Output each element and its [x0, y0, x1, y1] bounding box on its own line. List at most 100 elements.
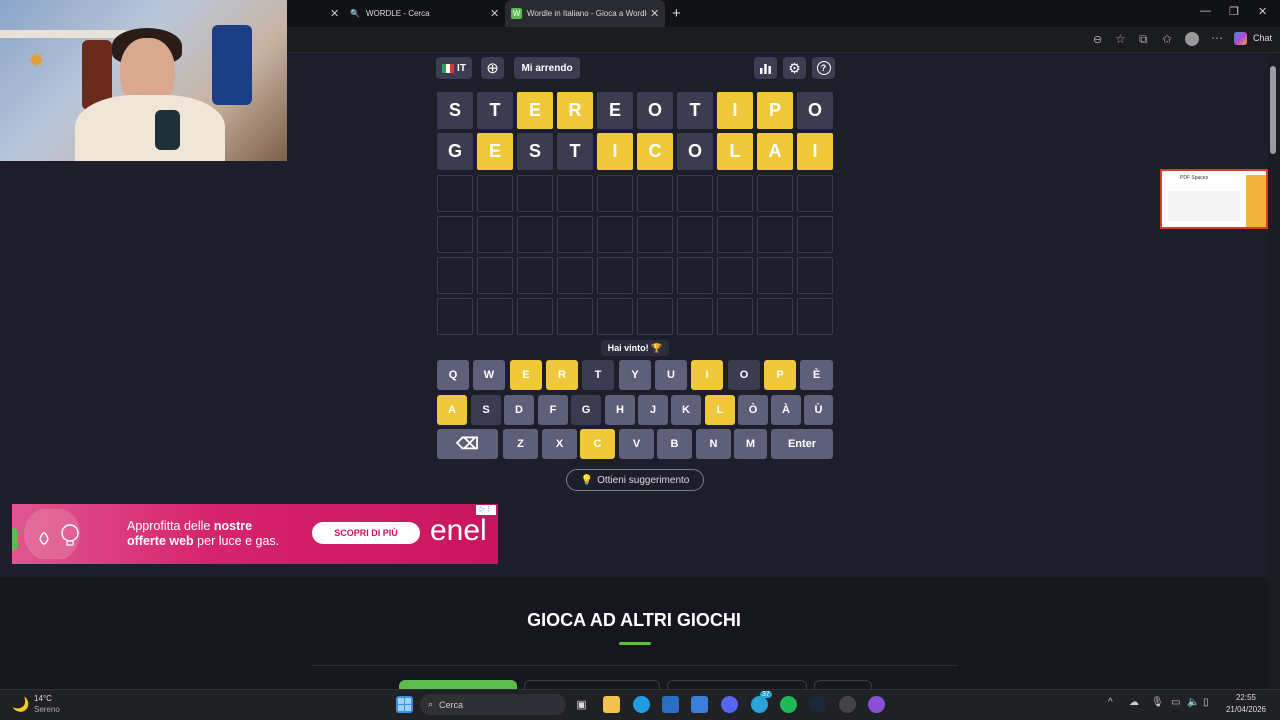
weather-temp[interactable]: 14°C — [34, 694, 52, 703]
clock-time[interactable]: 22:55 — [1223, 693, 1269, 702]
key[interactable]: X — [542, 429, 577, 459]
key[interactable]: À — [771, 395, 801, 425]
key[interactable]: U — [655, 360, 687, 390]
key[interactable]: Y — [619, 360, 651, 390]
key[interactable]: V — [619, 429, 654, 459]
discord-icon[interactable] — [721, 696, 738, 713]
tray-chevron-icon[interactable]: ^ — [1108, 697, 1113, 708]
tray-volume-icon[interactable]: 🔈 — [1187, 697, 1199, 708]
key[interactable]: Z — [503, 429, 538, 459]
help-icon[interactable]: ? — [812, 57, 835, 79]
clock-date[interactable]: 21/04/2026 — [1223, 705, 1269, 714]
ad-settings-tab[interactable] — [12, 528, 18, 550]
task-view-icon[interactable]: ▣ — [573, 696, 590, 713]
board-tile-empty — [717, 216, 753, 253]
enter-key[interactable]: Enter — [771, 429, 833, 459]
give-up-button[interactable]: Mi arrendo — [514, 57, 580, 79]
key[interactable]: B — [657, 429, 692, 459]
board-tile-empty — [437, 257, 473, 294]
close-icon[interactable]: ✕ — [650, 7, 659, 20]
key[interactable]: R — [546, 360, 578, 390]
key[interactable]: K — [671, 395, 701, 425]
windows-start-icon[interactable] — [396, 696, 413, 713]
tray-cloud-icon[interactable]: ☁ — [1129, 697, 1139, 708]
side-ad[interactable]: PDF Spaces — [1160, 169, 1268, 229]
key[interactable]: F — [538, 395, 568, 425]
key[interactable]: I — [691, 360, 723, 390]
favorites-icon[interactable]: ✩ — [1162, 32, 1172, 46]
key[interactable]: L — [705, 395, 735, 425]
key[interactable]: T — [582, 360, 614, 390]
favorite-star-icon[interactable]: ☆ — [1115, 32, 1126, 46]
key[interactable]: Ò — [738, 395, 768, 425]
board-tile-empty — [597, 298, 633, 335]
close-window-icon[interactable]: ✕ — [1258, 5, 1267, 18]
obs-icon[interactable] — [839, 696, 856, 713]
stats-icon[interactable] — [754, 57, 777, 79]
reader-icon[interactable]: ⊖ — [1093, 33, 1102, 46]
taskbar-search[interactable]: ⌕ Cerca — [420, 694, 566, 715]
board-tile: S — [517, 133, 553, 170]
tab-wordle-search[interactable]: 🔍 WORDLE - Cerca ✕ — [350, 0, 505, 27]
board-tile: G — [437, 133, 473, 170]
store-icon[interactable] — [662, 696, 679, 713]
tray-mic-icon[interactable]: 🎙 — [1151, 697, 1164, 708]
board-tile-empty — [797, 298, 833, 335]
app-icon[interactable] — [868, 696, 885, 713]
key[interactable]: Q — [437, 360, 469, 390]
scrollbar-thumb[interactable] — [1270, 66, 1276, 154]
key[interactable]: A — [437, 395, 467, 425]
key[interactable]: E — [510, 360, 542, 390]
steam-icon[interactable] — [809, 696, 826, 713]
key[interactable]: S — [471, 395, 501, 425]
close-icon[interactable]: ✕ — [490, 7, 499, 20]
search-icon: 🔍 — [350, 9, 360, 18]
settings-gear-icon[interactable]: ⚙ — [783, 57, 806, 79]
language-button[interactable]: IT — [436, 57, 472, 79]
key[interactable]: H — [605, 395, 635, 425]
key[interactable]: Ù — [804, 395, 833, 425]
copilot-icon[interactable] — [1234, 32, 1247, 45]
tray-network-icon[interactable]: ▭ — [1171, 697, 1180, 708]
telegram-icon[interactable]: 37 — [751, 691, 772, 713]
minimize-icon[interactable]: — — [1200, 5, 1211, 17]
more-menu-icon[interactable]: ⋯ — [1211, 31, 1223, 45]
add-game-icon[interactable]: ⊕ — [481, 57, 504, 79]
profile-avatar[interactable] — [1185, 32, 1199, 46]
board-tile: I — [717, 92, 753, 129]
ad-banner[interactable]: Approfitta delle nostre offerte web per … — [12, 504, 498, 564]
key[interactable]: G — [571, 395, 601, 425]
weather-desc[interactable]: Sereno — [34, 705, 60, 714]
key[interactable]: J — [638, 395, 668, 425]
extensions-icon[interactable]: ⧉ — [1139, 32, 1148, 47]
key[interactable]: O — [728, 360, 760, 390]
board-tile: O — [797, 92, 833, 129]
outlook-icon[interactable] — [691, 696, 708, 713]
board-tile-empty — [477, 257, 513, 294]
key[interactable]: C — [580, 429, 615, 459]
board-tile-empty — [477, 298, 513, 335]
edge-icon[interactable] — [633, 696, 650, 713]
ad-cta-button[interactable]: SCOPRI DI PIÙ — [312, 522, 420, 544]
key[interactable]: È — [800, 360, 833, 390]
tab-wordle-italiano[interactable]: W Wordle in Italiano - Gioca a Wordle ✕ — [505, 0, 665, 27]
board-tile-empty — [637, 175, 673, 212]
board-tile-empty — [717, 298, 753, 335]
key[interactable]: N — [696, 429, 731, 459]
chat-label[interactable]: Chat — [1253, 33, 1272, 43]
enel-logo: enel — [430, 514, 487, 547]
wordle-favicon-icon: W — [511, 8, 522, 19]
tray-battery-icon[interactable]: ▯ — [1203, 697, 1209, 708]
new-tab-button[interactable]: + — [672, 0, 681, 27]
file-explorer-icon[interactable] — [603, 696, 620, 713]
board-tile: E — [517, 92, 553, 129]
get-hint-button[interactable]: 💡 Ottieni suggerimento — [566, 469, 704, 491]
key[interactable]: D — [504, 395, 534, 425]
key[interactable]: M — [734, 429, 767, 459]
key[interactable]: P — [764, 360, 796, 390]
key[interactable]: W — [473, 360, 505, 390]
restore-icon[interactable]: ❐ — [1229, 5, 1239, 18]
adchoices-icon[interactable]: ▷⋮ — [476, 505, 496, 515]
spotify-icon[interactable] — [780, 696, 797, 713]
backspace-key[interactable]: ⌫ — [437, 429, 498, 459]
